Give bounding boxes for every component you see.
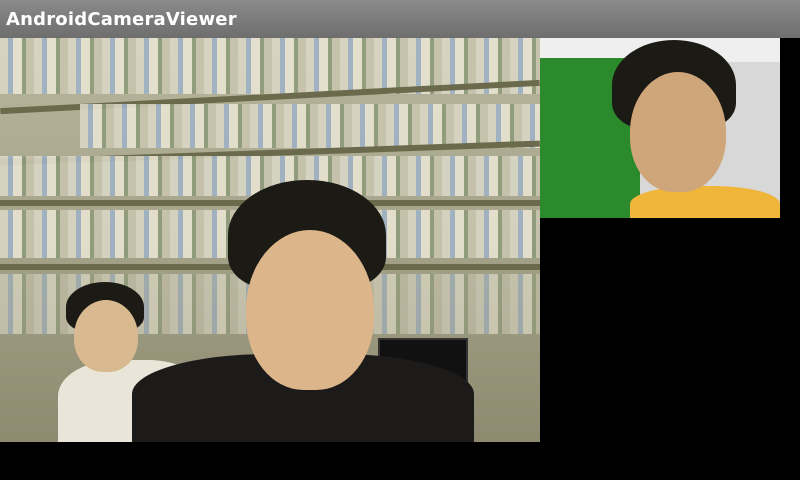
android-app-window: AndroidCameraViewer <box>0 0 800 480</box>
remote-camera-feed <box>0 38 540 442</box>
camera-viewer-area <box>0 38 800 480</box>
person-face <box>630 72 726 192</box>
local-camera-preview <box>540 38 780 218</box>
bookshelf-row <box>80 104 540 148</box>
person-face <box>74 300 138 372</box>
app-title: AndroidCameraViewer <box>6 8 237 30</box>
person-face <box>246 230 374 390</box>
person-shirt <box>630 186 780 218</box>
title-bar: AndroidCameraViewer <box>0 0 800 38</box>
